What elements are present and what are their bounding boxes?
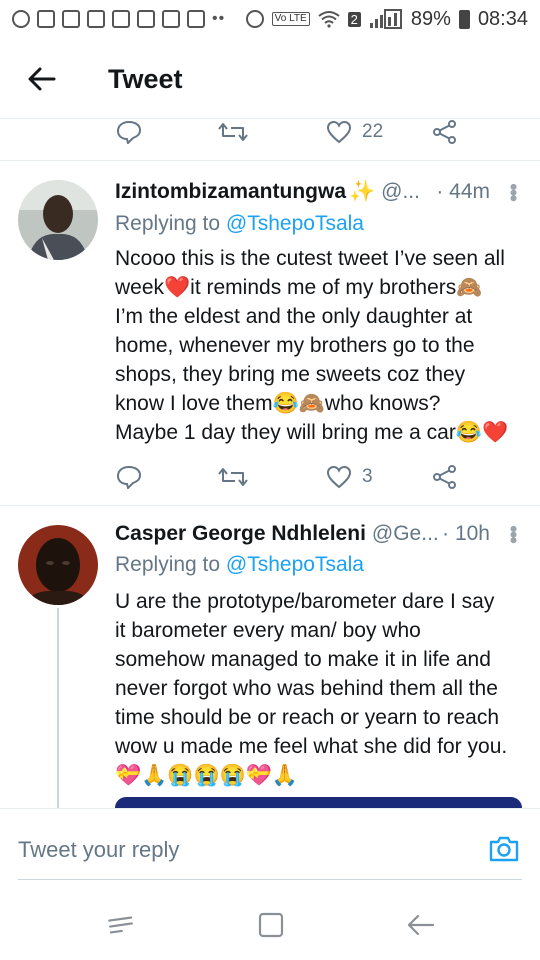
tweet-text-line: I’m the eldest and the only daughter at [115, 305, 473, 328]
tweet-time: · 10h [442, 522, 490, 545]
reply-tweet[interactable]: Casper George Ndhleleni @Ge... · 10h •••… [0, 505, 540, 808]
reply-composer: Tweet your reply [0, 808, 540, 884]
alarm-icon [245, 10, 264, 28]
battery-level: 89% [410, 7, 451, 30]
share-icon [433, 120, 456, 144]
tweet-text: U are the prototype/barometer dare I say… [115, 587, 530, 790]
volte-icon: Vo LTE [271, 12, 310, 26]
user-avatar-photo [18, 525, 98, 605]
replying-to: Replying to @TshepoTsala [115, 212, 364, 236]
image-icon [187, 10, 205, 28]
tweet-text-line: time should be or reach or yearn to reac… [115, 706, 500, 729]
tweet-text-line: Maybe 1 day they will bring me a car😂❤️ [115, 421, 509, 444]
tweet-text-line: know I love them😂🙈who knows? [115, 392, 441, 415]
tweet-actions: 22 [0, 112, 540, 152]
user-handle: @... [381, 180, 420, 203]
mention-link[interactable]: @TshepoTsala [226, 553, 364, 576]
share-button[interactable] [432, 112, 458, 152]
display-name[interactable]: Izintombizamantungwa [115, 180, 346, 204]
back-button[interactable] [2, 40, 82, 118]
gmail-icon [112, 10, 130, 28]
page-title: Tweet [108, 63, 183, 94]
like-count: 22 [362, 121, 384, 142]
tweet-text-line: 💝🙏😭😭😭💝🙏 [115, 764, 299, 787]
more-options-button[interactable]: ••• [501, 525, 526, 542]
gmail-icon [137, 10, 155, 28]
comment-icon [116, 465, 142, 489]
status-bar: •• Vo LTE 2 89% 08:34 [0, 0, 540, 38]
tweet-text-line: home, whenever my brothers go to the [115, 334, 475, 357]
notification-icons: •• [12, 10, 225, 28]
heart-icon [326, 465, 352, 489]
retweet-icon [218, 468, 248, 486]
camera-icon [489, 836, 519, 862]
retweet-button[interactable] [218, 112, 248, 152]
recent-apps-button[interactable] [106, 910, 136, 940]
heart-icon [326, 120, 352, 144]
tweet-text-line: shops, they bring me sweets coz they [115, 363, 466, 386]
reply-input[interactable]: Tweet your reply [18, 837, 179, 863]
camera-button[interactable] [488, 835, 520, 863]
user-avatar-photo [18, 180, 98, 260]
more-options-button[interactable]: ••• [501, 183, 526, 200]
reply-input-underline [18, 879, 522, 880]
tweet-text-line: U are the prototype/barometer dare I say [115, 590, 495, 613]
reply-tweet[interactable]: Izintombizamantungwa ✨ @... · 44m ••• Re… [0, 160, 540, 505]
home-button[interactable] [256, 910, 286, 940]
tweet-text-line: it barometer every man/ boy who [115, 619, 421, 642]
avatar[interactable] [18, 180, 98, 260]
sparkle-emoji: ✨ [349, 180, 376, 203]
share-button[interactable] [432, 457, 458, 497]
thread-line [57, 608, 59, 808]
reply-button[interactable] [116, 457, 142, 497]
tweet-time: · 44m [436, 180, 490, 203]
comment-icon [116, 120, 142, 144]
like-button[interactable]: 22 [326, 112, 383, 152]
media-preview[interactable] [115, 797, 522, 808]
wifi-icon [318, 11, 340, 28]
retweet-icon [218, 123, 248, 141]
facebook-icon [12, 10, 30, 28]
replying-to-label: Replying to [115, 212, 221, 235]
signal-icon [369, 9, 402, 29]
display-name[interactable]: Casper George Ndhleleni [115, 522, 366, 546]
tweet-text-line: never forgot who was behind them all the [115, 677, 498, 700]
reply-button[interactable] [116, 112, 142, 152]
battery-icon [458, 9, 470, 29]
home-icon [258, 912, 284, 938]
tweet-text-line: somehow managed to make it in life and [115, 648, 491, 671]
user-handle: @Ge... [371, 522, 439, 545]
system-icons: Vo LTE 2 89% 08:34 [245, 7, 528, 31]
like-count: 3 [362, 466, 373, 487]
download-icon [62, 10, 80, 28]
message-icon [37, 10, 55, 28]
system-back-button[interactable] [406, 910, 436, 940]
tweet-text-line: week❤️it reminds me of my brothers🙈 [115, 276, 483, 299]
tweet-text-line: Ncooo this is the cutest tweet I’ve seen… [115, 247, 505, 270]
app-header: Tweet [0, 40, 540, 118]
replying-to-label: Replying to [115, 553, 221, 576]
back-arrow-icon [407, 914, 435, 936]
avatar[interactable] [18, 525, 98, 605]
tweet-text-line: wow u made me feel what she did for you. [115, 735, 508, 758]
retweet-button[interactable] [218, 457, 248, 497]
recent-apps-icon [108, 916, 133, 934]
tweet-text: Ncooo this is the cutest tweet I’ve seen… [115, 244, 530, 447]
share-icon [433, 465, 456, 489]
mention-link[interactable]: @TshepoTsala [226, 212, 364, 235]
sim-icon: 2 [347, 11, 361, 27]
replying-to: Replying to @TshepoTsala [115, 553, 364, 577]
tweet-header: Casper George Ndhleleni @Ge... · 10h ••• [115, 522, 526, 546]
tweet-actions: 3 [0, 457, 540, 497]
like-button[interactable]: 3 [326, 457, 373, 497]
arrow-left-icon [28, 67, 56, 91]
checklist-icon [162, 10, 180, 28]
tweet-header: Izintombizamantungwa ✨ @... · 44m ••• [115, 180, 526, 204]
gmail-icon [87, 10, 105, 28]
system-nav-bar [0, 884, 540, 960]
more-notifications-icon: •• [212, 10, 226, 27]
clock: 08:34 [477, 7, 528, 30]
